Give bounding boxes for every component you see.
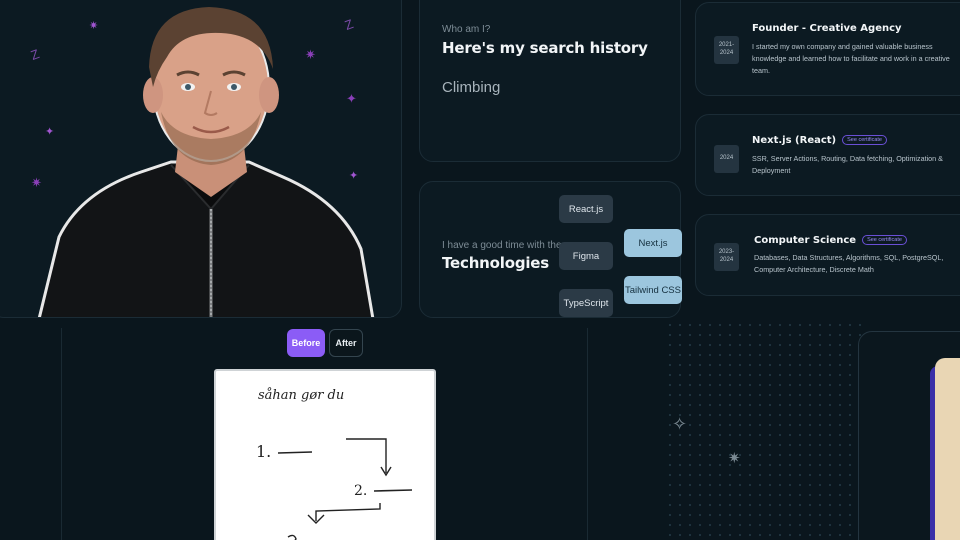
year-end: 2024: [719, 50, 734, 56]
see-certificate-link[interactable]: See certificate: [862, 235, 907, 245]
handwritten-sketch: såhan gør du 1. 2.: [256, 387, 413, 540]
tech-chip-figma: Figma: [559, 242, 613, 270]
experience-title: Computer Science: [754, 235, 857, 246]
before-toggle-button[interactable]: Before: [287, 329, 325, 357]
portrait-photo: [37, 7, 375, 317]
year-start: 2023-: [718, 249, 735, 256]
sparkle-icon: ✷: [728, 450, 741, 467]
year-badge: 2021- 2024: [714, 36, 739, 64]
year-badge: 2024: [714, 145, 739, 173]
tech-chip-tailwind: Tailwind CSS: [624, 276, 682, 304]
search-history-term: Climbing: [442, 79, 501, 96]
tech-chip-react: React.js: [559, 195, 613, 223]
sketch-step-2: 2.: [354, 483, 367, 499]
experience-description: Databases, Data Structures, Algorithms, …: [754, 253, 944, 275]
experience-title-row: Computer Science See certificate: [754, 235, 907, 246]
tech-chip-nextjs: Next.js: [624, 229, 682, 257]
technologies-card: I have a good time with these Technologi…: [419, 181, 682, 318]
experience-description: I started my own company and gained valu…: [752, 42, 950, 76]
experience-title: Next.js (React): [752, 135, 837, 146]
year-end: 2024: [719, 257, 734, 263]
year-badge: 2023- 2024: [714, 243, 739, 271]
sparkle-icon: ✧: [672, 414, 688, 434]
sketch-step-1: 1.: [256, 442, 271, 461]
about-kicker: Who am I?: [442, 24, 491, 35]
experience-card-computer-science: 2023- 2024 Computer Science See certifica…: [695, 214, 960, 296]
tech-heading: Technologies: [442, 254, 549, 272]
tech-kicker: I have a good time with these: [442, 240, 573, 251]
experience-card-founder: 2021- 2024 Founder - Creative Agency I s…: [695, 2, 960, 96]
after-toggle-button[interactable]: After: [329, 329, 363, 357]
section-divider: [61, 328, 62, 540]
experience-description: SSR, Server Actions, Routing, Data fetch…: [752, 154, 943, 176]
experience-title-row: Next.js (React) See certificate: [752, 135, 887, 146]
about-heading: Here's my search history: [442, 39, 648, 57]
year-end: 2024: [719, 155, 734, 162]
year-start: 2021-: [718, 42, 735, 49]
dot-grid-background: [665, 320, 865, 540]
hero-card: Z Z ✷ ✷ ✦ ✦ ✷ ✦: [0, 0, 402, 318]
section-divider: [587, 328, 588, 540]
experience-title: Founder - Creative Agency: [752, 23, 902, 34]
sketch-text-line: såhan gør du: [258, 387, 344, 403]
see-certificate-link[interactable]: See certificate: [842, 135, 887, 145]
before-sketch-image: såhan gør du 1. 2.: [214, 369, 436, 540]
tech-chip-typescript: TypeScript: [559, 289, 613, 317]
experience-card-nextjs: 2024 Next.js (React) See certificate SSR,…: [695, 114, 960, 196]
about-card: Who am I? Here's my search history Climb…: [419, 0, 681, 162]
preview-image: [935, 358, 960, 540]
